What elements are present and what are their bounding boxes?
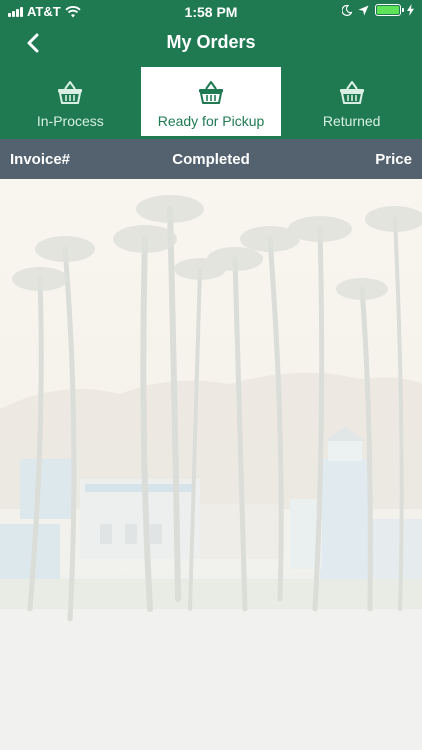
column-header-price: Price [375, 151, 412, 168]
palm-trees-beach-photo [0, 179, 422, 750]
status-right [342, 4, 414, 16]
tab-in-process[interactable]: In-Process [0, 67, 141, 136]
page-title: My Orders [166, 32, 256, 52]
tab-label: Returned [322, 113, 381, 129]
column-header-invoice: Invoice# [10, 151, 71, 168]
battery-level [377, 6, 399, 14]
basket-icon [339, 81, 364, 104]
background-image [0, 179, 422, 750]
tab-ready-for-pickup[interactable]: Ready for Pickup [140, 67, 282, 136]
basket-icon [199, 81, 223, 104]
location-arrow-icon [358, 5, 369, 15]
moon-icon [342, 4, 352, 16]
tab-label: In-Process [36, 113, 104, 129]
tab-returned[interactable]: Returned [281, 67, 422, 136]
orders-table-header: Completed Invoice# Price [0, 139, 422, 179]
app-header: AT&T 1:58 PM My Orders In-Process Ready … [0, 0, 422, 136]
navigation-bar: My Orders [0, 24, 422, 64]
battery-icon [375, 4, 404, 16]
basket-icon [58, 81, 83, 104]
order-tabs: In-Process Ready for Pickup Returned [0, 67, 422, 136]
status-bar: AT&T 1:58 PM [0, 0, 422, 24]
tab-label: Ready for Pickup [157, 113, 265, 129]
charging-bolt-icon [407, 4, 414, 16]
